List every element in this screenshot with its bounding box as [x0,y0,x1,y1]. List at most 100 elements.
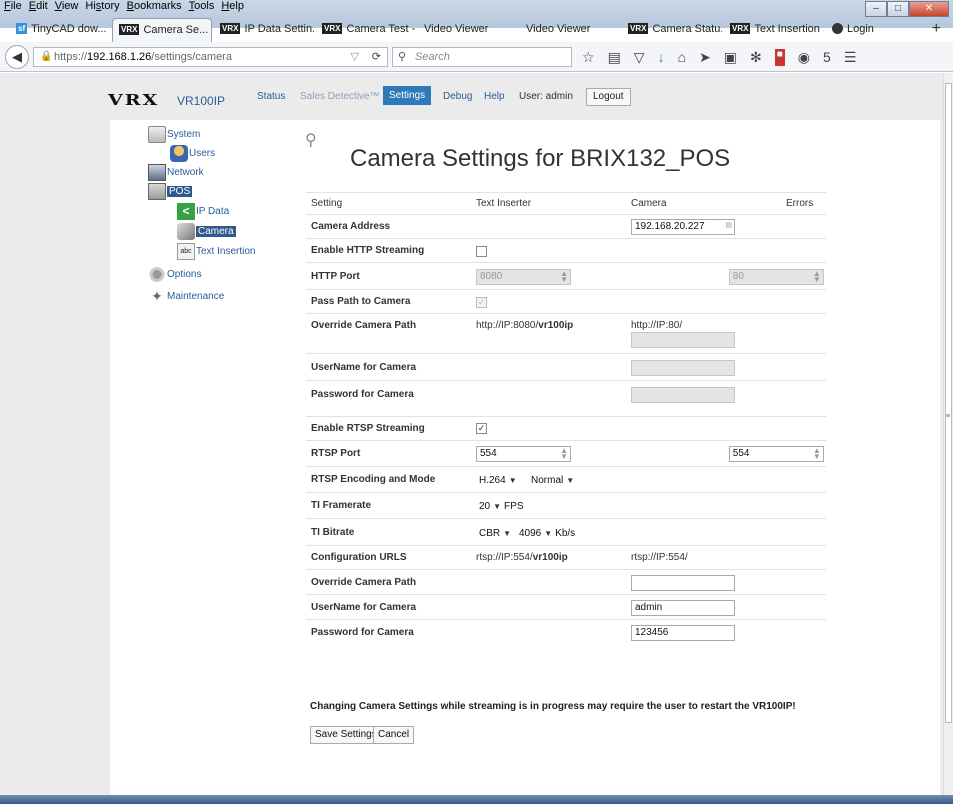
send-icon[interactable]: ➤ [699,49,711,66]
sidebar-item-users[interactable]: Users [170,145,215,162]
header-camera: Camera [631,198,667,209]
camera-password-input[interactable] [631,387,735,403]
share-icon: < [177,203,195,220]
http-streaming-checkbox[interactable] [476,246,487,257]
vrx-icon: VRX [220,23,241,34]
tab-video-viewer-1[interactable]: Video Viewer [418,18,518,42]
mode-select[interactable]: Normal ▼ [528,472,577,488]
inserter-rtsp-port-input[interactable]: 554 ▲ ▼ [476,446,571,462]
nav-help[interactable]: Help [484,91,505,102]
save-settings-button[interactable]: Save Settings [310,726,382,744]
download-icon[interactable]: ↓ [658,49,665,66]
tab-camera-test[interactable]: VRX Camera Test -... [316,18,416,42]
menu-file[interactable]: File [4,0,22,14]
rtsp-streaming-checkbox[interactable]: ✓ [476,423,487,434]
url-dropdown-icon[interactable]: ▽ [351,48,359,66]
tab-text-insertion[interactable]: VRX Text Insertion ... [724,18,824,42]
menu-bar: File Edit View History Bookmarks Tools H… [0,0,244,14]
screenshot-icon[interactable]: ▣ [724,49,737,66]
spinner-icon[interactable]: ▲ ▼ [813,270,821,284]
address-edit-icon[interactable]: ▤ [725,222,732,229]
menu-view[interactable]: View [55,0,79,14]
sidebar-item-text-insertion[interactable]: abc Text Insertion [177,243,255,260]
tab-ip-data[interactable]: VRX IP Data Settin... [214,18,314,42]
nav-status[interactable]: Status [257,91,285,102]
path-suffix: vr100ip [538,320,574,331]
reading-list-icon[interactable]: ▤ [608,49,621,66]
menu-bookmarks[interactable]: Bookmarks [127,0,182,14]
sidebar-label: IP Data [196,206,230,217]
web-page: VRX VR100IP Status Sales Detective™ Sett… [0,73,943,804]
sidebar-item-system[interactable]: System [148,126,200,143]
back-button[interactable]: ◀ [5,45,29,69]
camera-rtsp-port-input[interactable]: 554 ▲ ▼ [728,446,824,462]
sidebar-item-network[interactable]: Network [148,164,204,181]
vrx-icon: VRX [730,23,751,34]
nav-sales-detective[interactable]: Sales Detective™ [300,91,379,102]
setting-label: RTSP Encoding and Mode [311,474,436,485]
chat-icon[interactable]: ◉ [798,49,810,66]
scrollbar-thumb[interactable] [945,83,952,723]
bookmark-star-icon[interactable]: ☆ [582,49,595,66]
logout-button[interactable]: Logout [586,88,631,106]
sidebar-item-pos[interactable]: POS [148,183,193,200]
setting-label: Camera Address [311,221,391,232]
path-prefix: http://IP:8080/ [476,320,539,331]
pocket-icon[interactable]: ▽ [634,49,645,66]
nav-debug[interactable]: Debug [443,91,472,102]
spinner-icon[interactable]: ▲ ▼ [560,447,568,461]
badge-count[interactable]: 5 [823,49,831,66]
spinner-icon[interactable]: ▲ ▼ [560,270,568,284]
extension-icon[interactable]: ✻ [750,49,762,66]
nav-settings[interactable]: Settings [383,86,432,105]
selected-value: 4096 [519,527,542,539]
tab-camera-status[interactable]: VRX Camera Statu... [622,18,722,42]
setting-label: Password for Camera [311,389,414,400]
sidebar-item-camera[interactable]: Camera [177,223,236,240]
row-configuration-urls: Configuration URLS rtsp://IP:554/vr100ip… [306,545,826,569]
menu-hamburger-icon[interactable]: ☰ [844,49,857,66]
menu-tools[interactable]: Tools [189,0,215,14]
camera-http-port-input[interactable]: 80 ▲ ▼ [728,269,824,285]
tab-camera-settings[interactable]: VRX Camera Se... × [112,18,212,42]
encoding-select[interactable]: H.264 ▼ [476,472,520,488]
users-icon [170,145,188,162]
inserter-http-port-input[interactable]: 8080 ▲ ▼ [476,269,571,285]
camera-path-input[interactable] [631,332,735,348]
tab-label: Camera Test -... [346,23,416,35]
framerate-select[interactable]: 20 ▼ FPS [476,498,527,514]
reload-icon[interactable]: ⟳ [372,48,381,66]
new-tab-button[interactable]: + [932,20,941,42]
cancel-button[interactable]: Cancel [373,726,415,744]
rtsp-password-input[interactable]: 123456 [631,625,735,641]
selected-value: 20 [479,500,491,512]
camera-username-input[interactable] [631,360,735,376]
vrx-icon: VRX [119,24,140,35]
sidebar-item-maintenance[interactable]: ✦ Maintenance [148,288,224,305]
tab-tinycad[interactable]: sf TinyCAD dow... [10,18,110,42]
sidebar-item-options[interactable]: Options [148,266,201,283]
rtsp-camera-path-input[interactable] [631,575,735,591]
row-username-rtsp: UserName for Camera admin [306,594,826,619]
menu-history[interactable]: History [85,0,119,14]
sidebar-item-ip-data[interactable]: < IP Data [177,203,229,220]
home-icon[interactable]: ⌂ [678,49,686,66]
addon-badge-icon[interactable]: ■ [774,49,785,66]
page-scrollbar[interactable]: ≡ [943,73,953,804]
tab-login[interactable]: Login [826,18,926,42]
menu-help[interactable]: Help [221,0,244,14]
bitrate-mode-select[interactable]: CBR ▼ [476,525,514,541]
sourceforge-icon: sf [16,23,28,34]
input-value: 8080 [480,271,503,282]
camera-address-input[interactable]: 192.168.20.227 ▤ [631,219,735,235]
tab-video-viewer-2[interactable]: Video Viewer [520,18,620,42]
search-bar[interactable]: ⚲ Search [392,47,572,67]
bitrate-value-select[interactable]: 4096 ▼ Kb/s [516,525,578,541]
pass-path-checkbox[interactable]: ✓ [476,297,487,308]
url-bar[interactable]: 🔒 https://192.168.1.26/settings/camera ▽… [33,47,388,67]
spinner-icon[interactable]: ▲ ▼ [813,447,821,461]
menu-edit[interactable]: Edit [29,0,48,14]
rtsp-username-input[interactable]: admin [631,600,735,616]
header-text-inserter: Text Inserter [476,198,532,209]
settings-table: Setting Text Inserter Camera Errors Came… [306,192,826,645]
